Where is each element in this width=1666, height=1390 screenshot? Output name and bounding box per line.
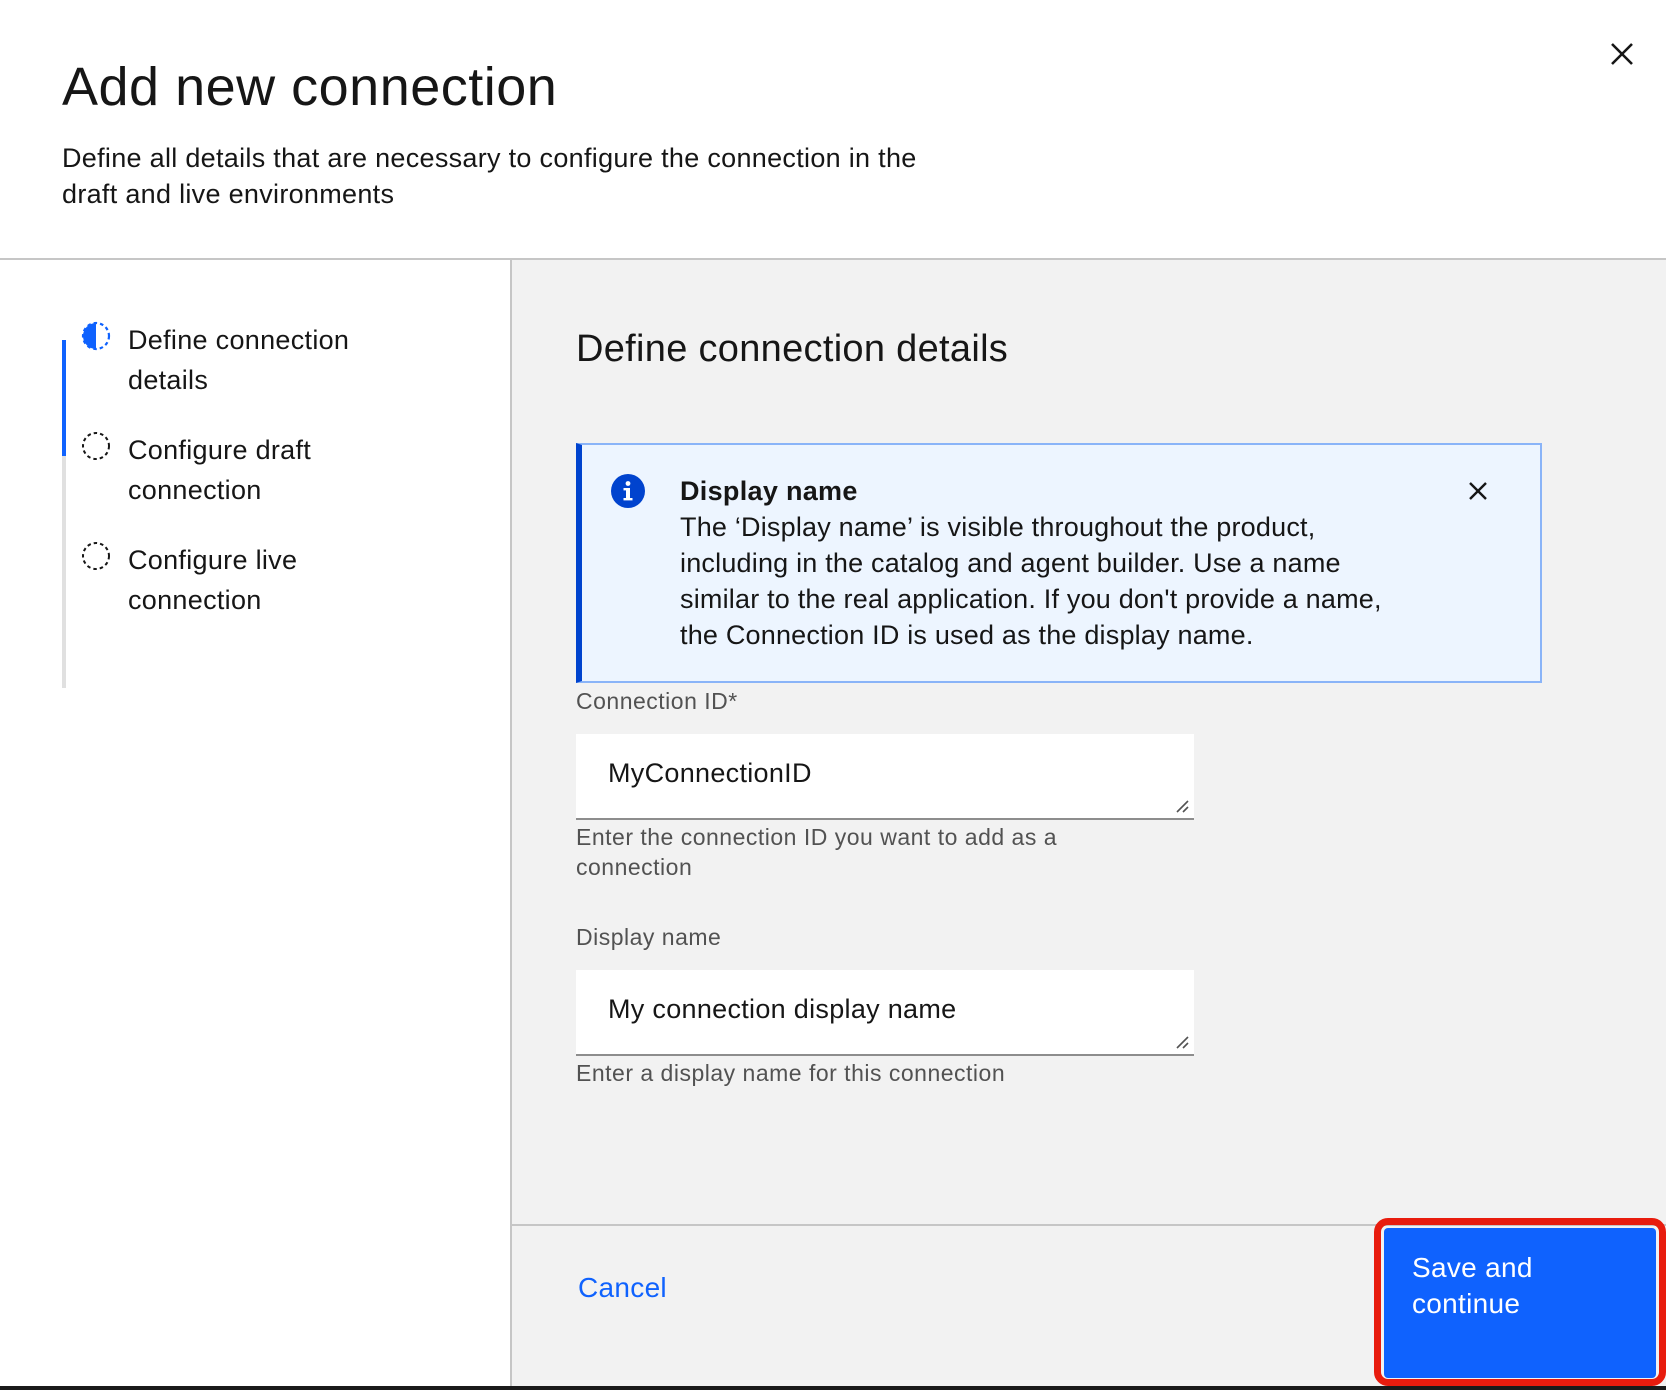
display-name-label: Display name bbox=[576, 924, 722, 950]
modal-description: Define all details that are necessary to… bbox=[62, 143, 917, 209]
bottom-edge bbox=[0, 1386, 1666, 1390]
connection-id-input[interactable]: MyConnectionID bbox=[576, 734, 1194, 820]
step-label: Define connection details bbox=[128, 325, 350, 395]
notice-body: The ‘Display name’ is visible throughout… bbox=[680, 512, 1382, 650]
cancel-button[interactable]: Cancel bbox=[578, 1272, 667, 1304]
dashed-circle-icon bbox=[82, 432, 110, 460]
progress-indicator: Define connection details Configure draf… bbox=[0, 260, 510, 1390]
step-content: Define connection details Display name T… bbox=[512, 260, 1666, 1225]
notice-title: Display name bbox=[680, 476, 858, 506]
progress-rail-active bbox=[62, 340, 66, 456]
step-define-connection-details[interactable]: Define connection details bbox=[80, 320, 480, 410]
step-configure-draft-connection[interactable]: Configure draft connection bbox=[80, 430, 480, 520]
close-icon bbox=[1611, 43, 1633, 65]
step-label: Configure live connection bbox=[128, 545, 298, 615]
connection-id-label: Connection ID* bbox=[576, 688, 738, 714]
section-title: Define connection details bbox=[576, 328, 1009, 370]
display-name-helper: Enter a display name for this connection bbox=[576, 1060, 1006, 1086]
resize-handle-icon[interactable] bbox=[1174, 1034, 1190, 1050]
resize-handle-icon[interactable] bbox=[1174, 798, 1190, 814]
step-label: Configure draft connection bbox=[128, 435, 312, 505]
modal-close-button[interactable] bbox=[1600, 32, 1644, 76]
notice-close-button[interactable] bbox=[1460, 473, 1496, 509]
connection-id-helper: Enter the connection ID you want to add … bbox=[576, 824, 1058, 880]
step-configure-live-connection[interactable]: Configure live connection bbox=[80, 540, 480, 630]
highlight-outline bbox=[1374, 1218, 1666, 1386]
dashed-circle-icon bbox=[82, 542, 110, 570]
half-filled-circle-icon bbox=[81, 321, 111, 351]
modal-header: Add new connection Define all details th… bbox=[0, 0, 1666, 258]
information-icon bbox=[611, 474, 645, 508]
modal-title: Add new connection bbox=[62, 57, 558, 117]
info-notification: Display name The ‘Display name’ is visib… bbox=[576, 443, 1542, 683]
close-icon bbox=[1469, 482, 1487, 500]
display-name-input[interactable]: My connection display name bbox=[576, 970, 1194, 1056]
